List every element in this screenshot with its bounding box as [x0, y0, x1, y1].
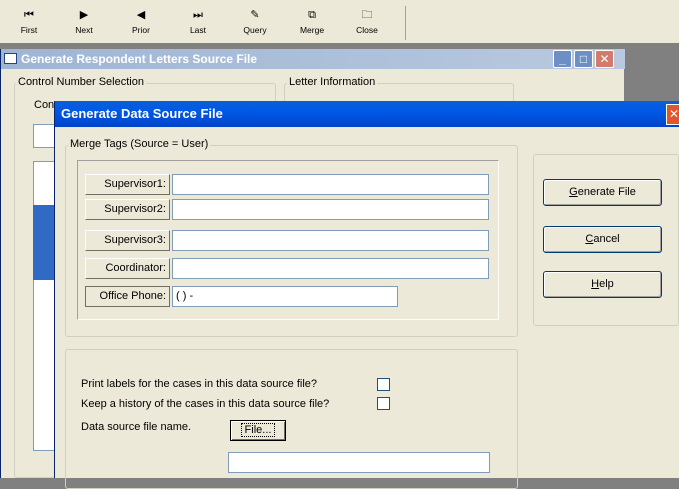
prior-icon: ◀	[136, 9, 146, 21]
list-selected-row[interactable]	[33, 205, 55, 280]
last-icon: ⏭	[193, 9, 203, 21]
first-label: First	[20, 25, 38, 35]
parent-title: Generate Respondent Letters Source File	[21, 52, 258, 66]
merge-label: Merge	[299, 25, 325, 35]
office-phone-input[interactable]: ( ) -	[172, 286, 398, 307]
dialog-close-button[interactable]: ✕	[666, 104, 679, 125]
cancel-rest: ancel	[593, 233, 620, 245]
close-label: Close	[356, 25, 378, 35]
supervisor2-button[interactable]: Supervisor2:	[85, 199, 170, 220]
file-button[interactable]: File...	[230, 420, 286, 441]
prior-label: Prior	[132, 25, 150, 35]
generate-data-source-dialog: Generate Data Source File ✕ Merge Tags (…	[54, 101, 679, 489]
window-icon	[4, 53, 17, 64]
keep-history-checkbox[interactable]	[377, 397, 390, 410]
dialog-title-bar: Generate Data Source File	[55, 101, 679, 127]
toolbar: ⏮ First ▶ Next ◀ Prior ⏭ Last ✎ Query ⧉ …	[0, 0, 679, 43]
first-icon: ⏮	[24, 9, 34, 21]
generate-mnemonic: G	[569, 186, 578, 198]
merge-tags-label: Merge Tags (Source = User)	[68, 138, 211, 150]
parent-title-bar: Generate Respondent Letters Source File	[1, 49, 625, 69]
print-labels-checkbox[interactable]	[377, 378, 390, 391]
file-button-label: File...	[240, 423, 276, 437]
generate-file-button[interactable]: Generate File	[543, 179, 662, 206]
close-button[interactable]: 🗀 Close	[344, 6, 390, 40]
query-icon: ✎	[250, 9, 260, 21]
toolbar-strip: ⏮ First ▶ Next ◀ Prior ⏭ Last ✎ Query ⧉ …	[6, 6, 406, 40]
minimize-button[interactable]: _	[553, 50, 572, 68]
next-label: Next	[75, 25, 93, 35]
supervisor2-input[interactable]	[172, 199, 489, 220]
next-button[interactable]: ▶ Next	[61, 6, 107, 40]
supervisor1-button[interactable]: Supervisor1:	[85, 174, 170, 195]
close-folder-icon: 🗀	[361, 9, 373, 21]
data-source-file-label: Data source file name.	[81, 421, 192, 433]
close-icon: ✕	[669, 107, 679, 121]
last-label: Last	[189, 25, 207, 35]
next-icon: ▶	[79, 9, 89, 21]
cancel-button[interactable]: Cancel	[543, 226, 662, 253]
last-button[interactable]: ⏭ Last	[175, 6, 221, 40]
merge-button[interactable]: ⧉ Merge	[289, 6, 335, 40]
help-button[interactable]: Help	[543, 271, 662, 298]
query-label: Query	[243, 25, 267, 35]
control-number-label: Control Number Selection	[16, 76, 146, 88]
first-button[interactable]: ⏮ First	[6, 6, 52, 40]
supervisor1-input[interactable]	[172, 174, 489, 195]
print-labels-label: Print labels for the cases in this data …	[81, 378, 318, 390]
coordinator-input[interactable]	[172, 258, 489, 279]
letter-info-label: Letter Information	[287, 76, 378, 88]
keep-history-label: Keep a history of the cases in this data…	[81, 398, 330, 410]
supervisor3-input[interactable]	[172, 230, 489, 251]
dialog-title: Generate Data Source File	[61, 106, 223, 121]
prior-button[interactable]: ◀ Prior	[118, 6, 164, 40]
coordinator-button[interactable]: Coordinator:	[85, 258, 170, 279]
generate-rest: enerate File	[577, 186, 636, 198]
control-number-field-label: Con	[34, 99, 55, 111]
merge-icon: ⧉	[308, 9, 316, 21]
query-button[interactable]: ✎ Query	[232, 6, 278, 40]
data-source-file-input[interactable]	[228, 452, 490, 473]
parent-close-button[interactable]: ✕	[595, 50, 614, 68]
help-mnemonic: H	[591, 278, 600, 290]
help-rest: elp	[599, 278, 614, 290]
maximize-button[interactable]: □	[574, 50, 593, 68]
office-phone-button[interactable]: Office Phone:	[85, 286, 170, 307]
supervisor3-button[interactable]: Supervisor3:	[85, 230, 170, 251]
